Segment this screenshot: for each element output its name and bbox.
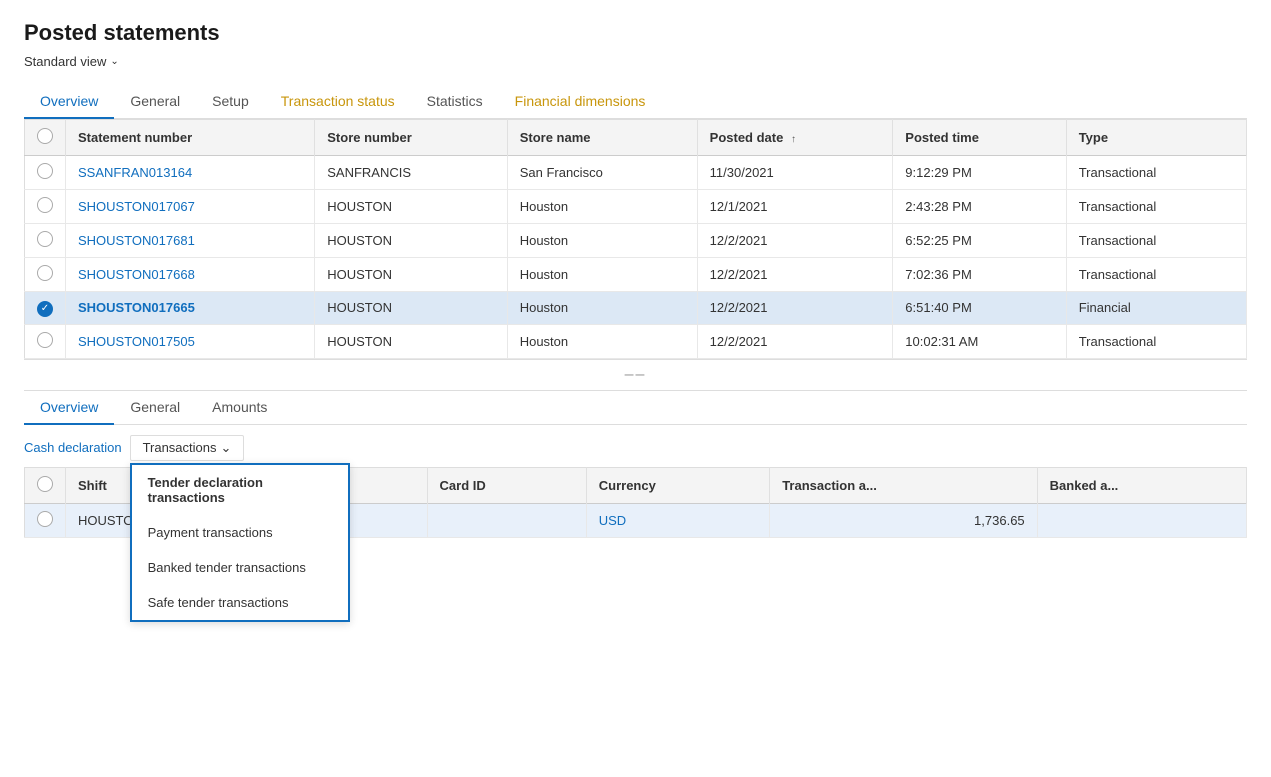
dropdown-item-safe-tender[interactable]: Safe tender transactions xyxy=(132,585,348,620)
col-posted-date[interactable]: Posted date ↑ xyxy=(697,120,893,156)
row-checkbox[interactable] xyxy=(37,332,53,348)
store-name: Houston xyxy=(507,258,697,292)
store-number: HOUSTON xyxy=(315,324,507,358)
bottom-currency[interactable]: USD xyxy=(586,503,769,537)
posted-date: 12/1/2021 xyxy=(697,190,893,224)
row-checkbox[interactable] xyxy=(37,197,53,213)
chevron-down-icon: ⌄ xyxy=(110,56,118,67)
bottom-col-banked-amount: Banked a... xyxy=(1037,467,1246,503)
page-container: Posted statements Standard view ⌄ Overvi… xyxy=(0,0,1271,777)
posted-date: 12/2/2021 xyxy=(697,292,893,325)
bottom-tab-general[interactable]: General xyxy=(114,391,196,425)
view-selector-label: Standard view xyxy=(24,54,106,69)
tab-financial-dimensions[interactable]: Financial dimensions xyxy=(499,85,662,119)
posted-date: 11/30/2021 xyxy=(697,156,893,190)
transactions-dropdown-menu: Tender declaration transactions Payment … xyxy=(130,463,350,622)
dropdown-item-banked-tender[interactable]: Banked tender transactions xyxy=(132,550,348,585)
bottom-header-checkbox-col[interactable] xyxy=(25,467,66,503)
store-number: HOUSTON xyxy=(315,292,507,325)
top-tab-bar: Overview General Setup Transaction statu… xyxy=(24,85,1247,119)
store-name: San Francisco xyxy=(507,156,697,190)
col-store-number: Store number xyxy=(315,120,507,156)
posted-time: 6:51:40 PM xyxy=(893,292,1066,325)
select-all-checkbox[interactable] xyxy=(37,128,53,144)
posted-date: 12/2/2021 xyxy=(697,324,893,358)
type: Transactional xyxy=(1066,156,1246,190)
bottom-card-id xyxy=(427,503,586,537)
bottom-tab-overview[interactable]: Overview xyxy=(24,391,114,425)
transactions-dropdown-container: Transactions ⌄ Tender declaration transa… xyxy=(130,435,245,461)
bottom-col-transaction-amount: Transaction a... xyxy=(770,467,1037,503)
view-selector[interactable]: Standard view ⌄ xyxy=(24,54,1247,69)
store-number: HOUSTON xyxy=(315,224,507,258)
header-checkbox-col[interactable] xyxy=(25,120,66,156)
col-posted-time: Posted time xyxy=(893,120,1066,156)
cash-declaration-link[interactable]: Cash declaration xyxy=(24,440,122,455)
col-statement-number: Statement number xyxy=(66,120,315,156)
statement-id[interactable]: SHOUSTON017067 xyxy=(66,190,315,224)
page-title: Posted statements xyxy=(24,20,1247,46)
table-row[interactable]: SSANFRAN013164 SANFRANCIS San Francisco … xyxy=(25,156,1247,190)
statements-table: Statement number Store number Store name… xyxy=(24,119,1247,359)
tab-statistics[interactable]: Statistics xyxy=(411,85,499,119)
bottom-banked-amount xyxy=(1037,503,1246,537)
type: Transactional xyxy=(1066,324,1246,358)
statement-id[interactable]: SSANFRAN013164 xyxy=(66,156,315,190)
type: Financial xyxy=(1066,292,1246,325)
store-number: SANFRANCIS xyxy=(315,156,507,190)
row-checkbox[interactable] xyxy=(37,163,53,179)
tab-overview[interactable]: Overview xyxy=(24,85,114,119)
posted-time: 6:52:25 PM xyxy=(893,224,1066,258)
transactions-btn-label: Transactions xyxy=(143,440,217,455)
store-number: HOUSTON xyxy=(315,258,507,292)
table-row[interactable]: SHOUSTON017681 HOUSTON Houston 12/2/2021… xyxy=(25,224,1247,258)
sort-icon: ↑ xyxy=(791,134,796,145)
type: Transactional xyxy=(1066,224,1246,258)
tab-transaction-status[interactable]: Transaction status xyxy=(265,85,411,119)
row-checkbox-checked[interactable]: ✓ xyxy=(37,301,53,317)
posted-time: 7:02:36 PM xyxy=(893,258,1066,292)
statement-id[interactable]: SHOUSTON017505 xyxy=(66,324,315,358)
statement-id[interactable]: SHOUSTON017668 xyxy=(66,258,315,292)
posted-time: 9:12:29 PM xyxy=(893,156,1066,190)
posted-time: 10:02:31 AM xyxy=(893,324,1066,358)
store-name: Houston xyxy=(507,224,697,258)
statement-id[interactable]: SHOUSTON017665 xyxy=(66,292,315,325)
store-number: HOUSTON xyxy=(315,190,507,224)
tab-setup[interactable]: Setup xyxy=(196,85,265,119)
row-checkbox[interactable] xyxy=(37,265,53,281)
bottom-select-all-checkbox[interactable] xyxy=(37,476,53,492)
bottom-col-currency: Currency xyxy=(586,467,769,503)
bottom-tab-amounts[interactable]: Amounts xyxy=(196,391,283,425)
table-row[interactable]: SHOUSTON017067 HOUSTON Houston 12/1/2021… xyxy=(25,190,1247,224)
bottom-toolbar: Cash declaration Transactions ⌄ Tender d… xyxy=(24,425,1247,467)
transactions-button[interactable]: Transactions ⌄ xyxy=(130,435,245,461)
table-row-selected[interactable]: ✓ SHOUSTON017665 HOUSTON Houston 12/2/20… xyxy=(25,292,1247,325)
bottom-row-checkbox[interactable] xyxy=(37,511,53,527)
dropdown-item-payment[interactable]: Payment transactions xyxy=(132,515,348,550)
bottom-transaction-amount: 1,736.65 xyxy=(770,503,1037,537)
store-name: Houston xyxy=(507,190,697,224)
tab-general[interactable]: General xyxy=(114,85,196,119)
col-type: Type xyxy=(1066,120,1246,156)
posted-date: 12/2/2021 xyxy=(697,258,893,292)
bottom-section: Overview General Amounts Cash declaratio… xyxy=(24,391,1247,538)
posted-time: 2:43:28 PM xyxy=(893,190,1066,224)
resize-handle[interactable]: –– xyxy=(24,359,1247,391)
type: Transactional xyxy=(1066,190,1246,224)
store-name: Houston xyxy=(507,292,697,325)
row-checkbox[interactable] xyxy=(37,231,53,247)
bottom-tab-bar: Overview General Amounts xyxy=(24,391,1247,425)
table-row[interactable]: SHOUSTON017668 HOUSTON Houston 12/2/2021… xyxy=(25,258,1247,292)
dropdown-item-tender-declaration[interactable]: Tender declaration transactions xyxy=(132,465,348,515)
bottom-col-card-id: Card ID xyxy=(427,467,586,503)
posted-date: 12/2/2021 xyxy=(697,224,893,258)
chevron-down-icon: ⌄ xyxy=(221,440,232,456)
store-name: Houston xyxy=(507,324,697,358)
statement-id[interactable]: SHOUSTON017681 xyxy=(66,224,315,258)
col-store-name: Store name xyxy=(507,120,697,156)
table-header-row: Statement number Store number Store name… xyxy=(25,120,1247,156)
type: Transactional xyxy=(1066,258,1246,292)
table-row[interactable]: SHOUSTON017505 HOUSTON Houston 12/2/2021… xyxy=(25,324,1247,358)
